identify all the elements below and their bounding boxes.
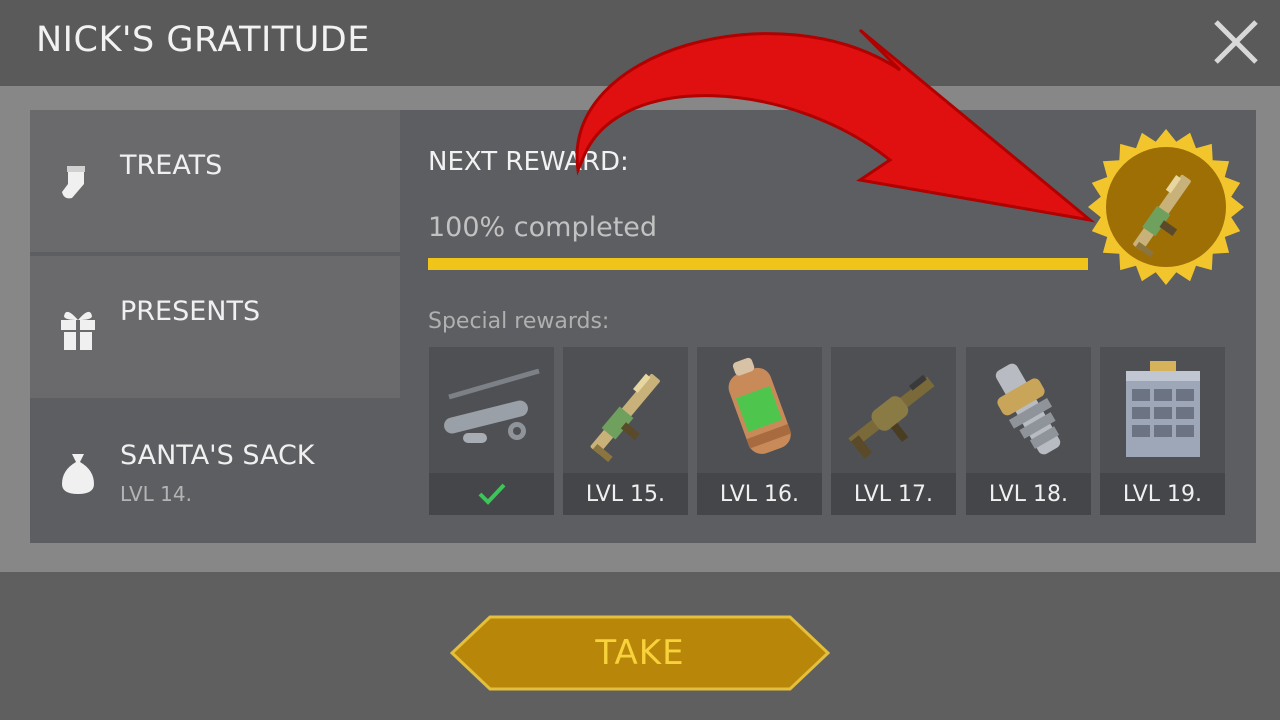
special-reward-slot[interactable]: LVL 15. bbox=[563, 347, 688, 515]
tab-santas-sack-level: LVL 14. bbox=[120, 482, 192, 506]
tab-treats[interactable]: TREATS bbox=[30, 110, 400, 252]
progress-bar-fill bbox=[428, 258, 1088, 270]
special-reward-level: LVL 16. bbox=[697, 473, 822, 515]
starburst-badge-icon bbox=[1088, 129, 1244, 285]
next-reward-badge[interactable] bbox=[1086, 124, 1246, 290]
special-reward-slot[interactable] bbox=[429, 347, 554, 515]
cabinet-icon bbox=[1126, 361, 1200, 457]
special-reward-slot[interactable]: LVL 18. bbox=[966, 347, 1091, 515]
close-icon bbox=[1214, 20, 1258, 64]
tab-santas-sack-label: SANTA'S SACK bbox=[120, 440, 315, 471]
parts-icon bbox=[444, 368, 540, 443]
gear-part-icon bbox=[995, 363, 1061, 455]
special-reward-level: LVL 15. bbox=[563, 473, 688, 515]
tab-treats-label: TREATS bbox=[120, 150, 223, 181]
grenade-launcher-icon bbox=[848, 374, 935, 459]
special-reward-slot[interactable]: LVL 16. bbox=[697, 347, 822, 515]
special-reward-slot[interactable]: LVL 17. bbox=[831, 347, 956, 515]
take-button-label: TAKE bbox=[595, 633, 685, 673]
tab-santas-sack[interactable]: SANTA'S SACK LVL 14. bbox=[30, 402, 400, 543]
tab-presents[interactable]: PRESENTS bbox=[30, 256, 400, 398]
special-reward-level: LVL 17. bbox=[831, 473, 956, 515]
special-reward-status bbox=[429, 473, 554, 515]
special-reward-level: LVL 19. bbox=[1100, 473, 1225, 515]
progress-bar bbox=[428, 258, 1088, 270]
take-button[interactable]: TAKE bbox=[449, 615, 831, 691]
special-reward-level: LVL 18. bbox=[966, 473, 1091, 515]
checkmark-icon bbox=[478, 483, 505, 505]
stocking-icon bbox=[62, 166, 85, 199]
next-reward-heading: NEXT REWARD: bbox=[428, 147, 629, 177]
window-title: NICK'S GRATITUDE bbox=[36, 20, 370, 60]
canister-icon bbox=[728, 357, 792, 454]
gift-icon bbox=[61, 311, 95, 350]
special-reward-slot[interactable]: LVL 19. bbox=[1100, 347, 1225, 515]
rifle-icon bbox=[590, 373, 660, 463]
sack-icon bbox=[62, 454, 94, 494]
special-rewards-heading: Special rewards: bbox=[428, 309, 610, 334]
close-button[interactable] bbox=[1208, 14, 1264, 70]
progress-text: 100% completed bbox=[428, 212, 658, 243]
tab-presents-label: PRESENTS bbox=[120, 296, 261, 327]
